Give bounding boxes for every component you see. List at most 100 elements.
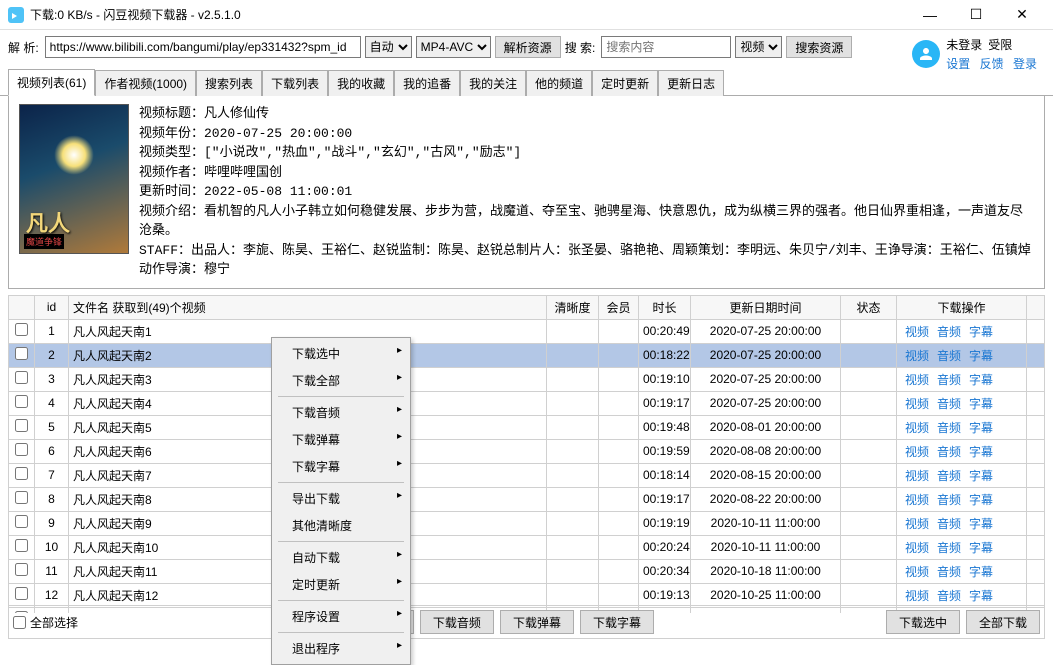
op-sub[interactable]: 字幕 — [969, 493, 993, 507]
op-video[interactable]: 视频 — [905, 469, 929, 483]
op-audio[interactable]: 音频 — [937, 445, 961, 459]
menu-item[interactable]: 下载字幕 — [274, 453, 408, 480]
op-sub[interactable]: 字幕 — [969, 445, 993, 459]
op-audio[interactable]: 音频 — [937, 541, 961, 555]
menu-item[interactable]: 自动下载 — [274, 544, 408, 571]
menu-item[interactable]: 导出下载 — [274, 485, 408, 512]
op-video[interactable]: 视频 — [905, 397, 929, 411]
row-checkbox[interactable] — [15, 443, 28, 456]
op-video[interactable]: 视频 — [905, 589, 929, 603]
col-id[interactable]: id — [35, 295, 69, 319]
avatar[interactable] — [912, 40, 940, 68]
menu-item[interactable]: 程序设置 — [274, 603, 408, 630]
row-checkbox[interactable] — [15, 419, 28, 432]
tab-7[interactable]: 他的频道 — [526, 70, 592, 96]
op-audio[interactable]: 音频 — [937, 565, 961, 579]
col-status[interactable]: 状态 — [841, 295, 897, 319]
op-video[interactable]: 视频 — [905, 325, 929, 339]
row-checkbox[interactable] — [15, 395, 28, 408]
col-vip[interactable]: 会员 — [599, 295, 639, 319]
op-sub[interactable]: 字幕 — [969, 349, 993, 363]
search-input[interactable] — [601, 36, 731, 58]
op-audio[interactable]: 音频 — [937, 349, 961, 363]
op-video[interactable]: 视频 — [905, 517, 929, 531]
row-checkbox[interactable] — [15, 587, 28, 600]
close-button[interactable]: ✕ — [999, 0, 1045, 30]
table-row[interactable]: 3凡人风起天南300:19:102020-07-25 20:00:00视频音频字… — [9, 367, 1045, 391]
row-checkbox[interactable] — [15, 347, 28, 360]
parse-button[interactable]: 解析资源 — [495, 36, 561, 58]
row-checkbox[interactable] — [15, 371, 28, 384]
op-sub[interactable]: 字幕 — [969, 589, 993, 603]
col-name[interactable]: 文件名 获取到(49)个视频 — [69, 295, 547, 319]
row-checkbox[interactable] — [15, 491, 28, 504]
download-danmu-button[interactable]: 下载弹幕 — [500, 610, 574, 634]
row-checkbox[interactable] — [15, 563, 28, 576]
row-checkbox[interactable] — [15, 539, 28, 552]
minimize-button[interactable]: — — [907, 0, 953, 30]
select-all-checkbox[interactable]: 全部选择 — [13, 614, 78, 631]
col-duration[interactable]: 时长 — [639, 295, 691, 319]
op-audio[interactable]: 音频 — [937, 493, 961, 507]
tab-6[interactable]: 我的关注 — [460, 70, 526, 96]
op-audio[interactable]: 音频 — [937, 517, 961, 531]
op-audio[interactable]: 音频 — [937, 325, 961, 339]
op-sub[interactable]: 字幕 — [969, 541, 993, 555]
table-row[interactable]: 7凡人风起天南700:18:142020-08-15 20:00:00视频音频字… — [9, 463, 1045, 487]
tab-5[interactable]: 我的追番 — [394, 70, 460, 96]
table-row[interactable]: 11凡人风起天南1100:20:342020-10-18 11:00:00视频音… — [9, 559, 1045, 583]
menu-item[interactable]: 退出程序 — [274, 635, 408, 662]
download-sub-button[interactable]: 下载字幕 — [580, 610, 654, 634]
op-video[interactable]: 视频 — [905, 493, 929, 507]
download-selected-button[interactable]: 下载选中 — [886, 610, 960, 634]
table-row[interactable]: 4凡人风起天南400:19:172020-07-25 20:00:00视频音频字… — [9, 391, 1045, 415]
menu-item[interactable]: 其他清晰度 — [274, 512, 408, 539]
op-audio[interactable]: 音频 — [937, 469, 961, 483]
table-row[interactable]: 5凡人风起天南500:19:482020-08-01 20:00:00视频音频字… — [9, 415, 1045, 439]
tab-3[interactable]: 下载列表 — [262, 70, 328, 96]
table-row[interactable]: 10凡人风起天南1000:20:242020-10-11 11:00:00视频音… — [9, 535, 1045, 559]
op-video[interactable]: 视频 — [905, 541, 929, 555]
op-sub[interactable]: 字幕 — [969, 373, 993, 387]
op-sub[interactable]: 字幕 — [969, 421, 993, 435]
search-type-select[interactable]: 视频 — [735, 36, 782, 58]
menu-item[interactable]: 下载全部 — [274, 367, 408, 394]
table-row[interactable]: 9凡人风起天南900:19:192020-10-11 11:00:00视频音频字… — [9, 511, 1045, 535]
op-audio[interactable]: 音频 — [937, 397, 961, 411]
link-settings[interactable]: 设置 — [946, 57, 970, 71]
tab-8[interactable]: 定时更新 — [592, 70, 658, 96]
tab-9[interactable]: 更新日志 — [658, 70, 724, 96]
col-ops[interactable]: 下载操作 — [897, 295, 1027, 319]
op-video[interactable]: 视频 — [905, 349, 929, 363]
table-row[interactable]: 2凡人风起天南200:18:222020-07-25 20:00:00视频音频字… — [9, 343, 1045, 367]
maximize-button[interactable]: ☐ — [953, 0, 999, 30]
op-audio[interactable]: 音频 — [937, 421, 961, 435]
menu-item[interactable]: 下载音频 — [274, 399, 408, 426]
format-select[interactable]: MP4-AVC — [416, 36, 491, 58]
col-date[interactable]: 更新日期时间 — [691, 295, 841, 319]
download-audio-button[interactable]: 下载音频 — [420, 610, 494, 634]
op-video[interactable]: 视频 — [905, 421, 929, 435]
op-audio[interactable]: 音频 — [937, 373, 961, 387]
op-video[interactable]: 视频 — [905, 373, 929, 387]
op-video[interactable]: 视频 — [905, 445, 929, 459]
op-sub[interactable]: 字幕 — [969, 565, 993, 579]
menu-item[interactable]: 下载选中 — [274, 340, 408, 367]
tab-4[interactable]: 我的收藏 — [328, 70, 394, 96]
link-feedback[interactable]: 反馈 — [980, 57, 1004, 71]
op-sub[interactable]: 字幕 — [969, 469, 993, 483]
tab-1[interactable]: 作者视频(1000) — [95, 70, 196, 96]
op-sub[interactable]: 字幕 — [969, 325, 993, 339]
link-login[interactable]: 登录 — [1013, 57, 1037, 71]
tab-0[interactable]: 视频列表(61) — [8, 69, 95, 96]
row-checkbox[interactable] — [15, 515, 28, 528]
table-row[interactable]: 1凡人风起天南100:20:492020-07-25 20:00:00视频音频字… — [9, 319, 1045, 343]
op-sub[interactable]: 字幕 — [969, 397, 993, 411]
menu-item[interactable]: 定时更新 — [274, 571, 408, 598]
url-input[interactable] — [45, 36, 361, 58]
op-sub[interactable]: 字幕 — [969, 517, 993, 531]
col-quality[interactable]: 清晰度 — [547, 295, 599, 319]
menu-item[interactable]: 下载弹幕 — [274, 426, 408, 453]
row-checkbox[interactable] — [15, 467, 28, 480]
mode-select[interactable]: 自动 — [365, 36, 412, 58]
